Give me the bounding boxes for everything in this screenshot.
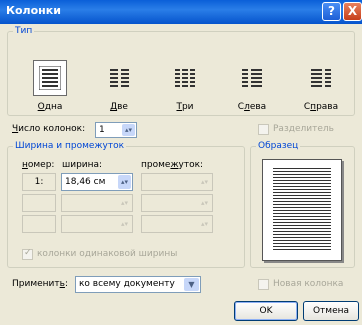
row1-spacing-stepper[interactable]: ▴▾ — [141, 173, 213, 191]
checkmark-icon: ✓ — [24, 248, 32, 258]
help-button[interactable]: ? — [322, 2, 341, 21]
spin-arrows-icon[interactable]: ▴▾ — [122, 124, 135, 136]
row2-number — [22, 194, 56, 212]
spin-arrows-icon: ▴▾ — [118, 217, 131, 231]
type-group-label: Тип — [13, 26, 35, 36]
spin-arrows-icon: ▴▾ — [198, 175, 211, 189]
equal-width-checkbox[interactable]: ✓ — [22, 248, 33, 260]
width-spacing-group-label: Ширина и промежуток — [13, 141, 127, 151]
window-title: Колонки — [6, 4, 61, 17]
equal-width-label: колонки одинаковой ширины — [37, 249, 178, 259]
dialog-body: Тип Одна Две Три Слева Справа Число коло… — [0, 24, 362, 325]
one-column-icon — [39, 66, 61, 90]
preset-one-button[interactable] — [33, 60, 67, 96]
three-columns-icon — [175, 69, 195, 87]
number-column-header: номер: — [22, 160, 55, 170]
preview-page — [262, 159, 342, 261]
preset-three-label: Три — [176, 102, 194, 112]
apply-dropdown[interactable]: ко всему документу ▼ — [75, 276, 201, 293]
ok-button[interactable]: OK — [234, 301, 298, 321]
preview-group-label: Образец — [256, 141, 301, 151]
chevron-down-icon[interactable]: ▼ — [184, 278, 199, 291]
cancel-button[interactable]: Отмена — [303, 301, 359, 321]
two-columns-icon — [110, 69, 129, 87]
row2-width-stepper[interactable]: ▴▾ — [61, 194, 133, 212]
preset-left-label: Слева — [237, 102, 267, 112]
spin-arrows-icon: ▴▾ — [198, 217, 211, 231]
preset-two-label: Две — [110, 102, 128, 112]
row3-number — [22, 215, 56, 233]
apply-dropdown-value: ко всему документу — [79, 279, 175, 289]
apply-label: Применить: — [12, 279, 68, 289]
preset-right-button[interactable] — [304, 60, 338, 96]
spin-arrows-icon: ▴▾ — [198, 196, 211, 210]
preset-two-button[interactable] — [102, 60, 136, 96]
separator-checkbox[interactable] — [258, 124, 269, 135]
left-column-icon — [242, 69, 262, 87]
row1-width-value: 18,46 см — [65, 177, 106, 187]
preset-three-button[interactable] — [168, 60, 202, 96]
row2-spacing-stepper[interactable]: ▴▾ — [141, 194, 213, 212]
row1-number: 1: — [22, 173, 56, 191]
spacing-column-header: промежуток: — [141, 160, 204, 170]
num-columns-value: 1 — [99, 125, 105, 135]
separator-label: Разделитель — [273, 124, 334, 134]
preset-right-label: Справа — [303, 102, 339, 112]
right-column-icon — [311, 69, 331, 87]
preset-left-button[interactable] — [235, 60, 269, 96]
width-column-header: ширина: — [62, 160, 103, 170]
spin-arrows-icon[interactable]: ▴▾ — [118, 175, 131, 189]
row1-width-stepper[interactable]: 18,46 см ▴▾ — [61, 173, 133, 191]
num-columns-label: Число колонок: — [12, 124, 86, 134]
new-column-label: Новая колонка — [273, 279, 344, 289]
new-column-checkbox[interactable] — [258, 279, 269, 290]
preset-one-label: Одна — [37, 102, 63, 112]
close-button[interactable]: X — [343, 2, 362, 21]
spin-arrows-icon: ▴▾ — [118, 196, 131, 210]
row3-spacing-stepper[interactable]: ▴▾ — [141, 215, 213, 233]
preview-text-lines — [273, 168, 331, 252]
num-columns-stepper[interactable]: 1 ▴▾ — [95, 122, 137, 138]
row3-width-stepper[interactable]: ▴▾ — [61, 215, 133, 233]
title-bar: Колонки ? X — [0, 0, 362, 24]
